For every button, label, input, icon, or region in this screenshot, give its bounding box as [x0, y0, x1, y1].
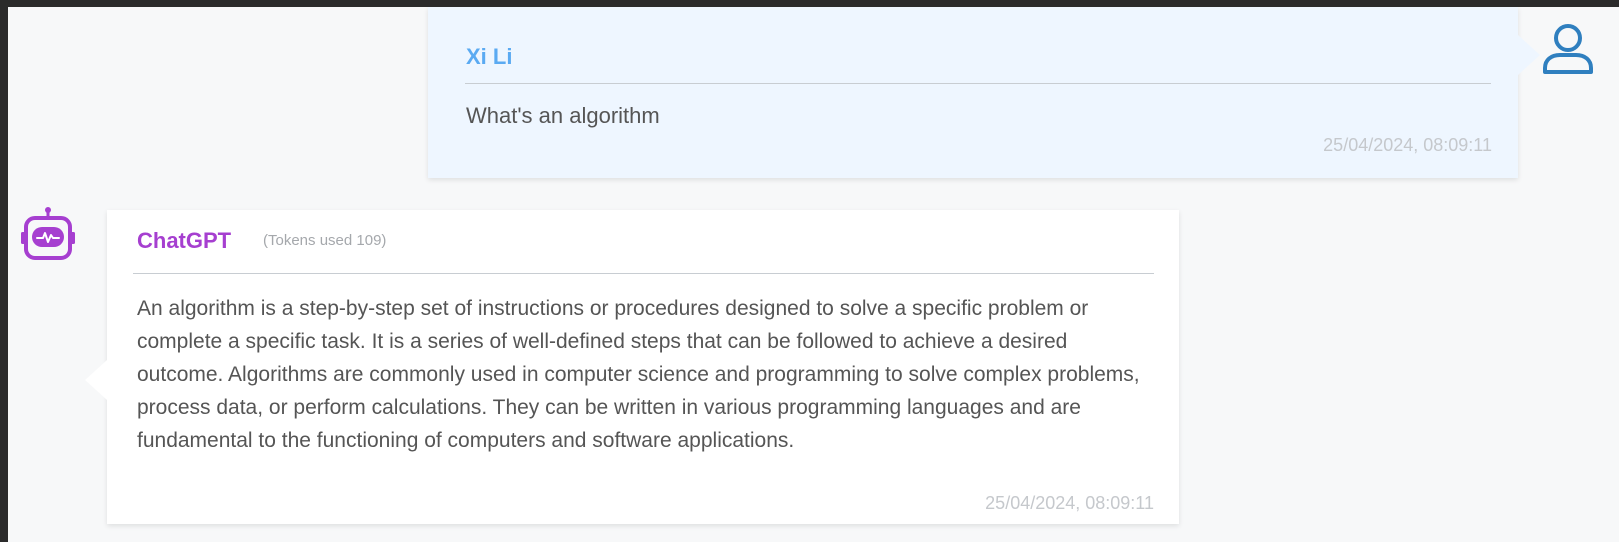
bot-message-timestamp: 25/04/2024, 08:09:11 — [985, 493, 1154, 513]
chat-area: Xi Li What's an algorithm 25/04/2024, 08… — [8, 7, 1619, 542]
user-name: Xi Li — [466, 44, 513, 69]
user-message-text: What's an algorithm — [466, 103, 660, 128]
user-message-divider — [465, 83, 1491, 84]
user-message-bubble: Xi Li What's an algorithm 25/04/2024, 08… — [428, 7, 1540, 178]
bot-message-bubble: ChatGPT (Tokens used 109) An algorithm i… — [85, 210, 1179, 524]
bot-message-text: An algorithm is a step-by-step set of in… — [137, 297, 1140, 452]
bot-message-divider — [133, 273, 1154, 274]
robot-icon — [18, 205, 78, 265]
user-message-timestamp: 25/04/2024, 08:09:11 — [1323, 135, 1492, 155]
bot-name: ChatGPT — [137, 228, 232, 253]
tokens-used-label: (Tokens used 109) — [263, 232, 387, 249]
user-icon — [1538, 17, 1598, 77]
